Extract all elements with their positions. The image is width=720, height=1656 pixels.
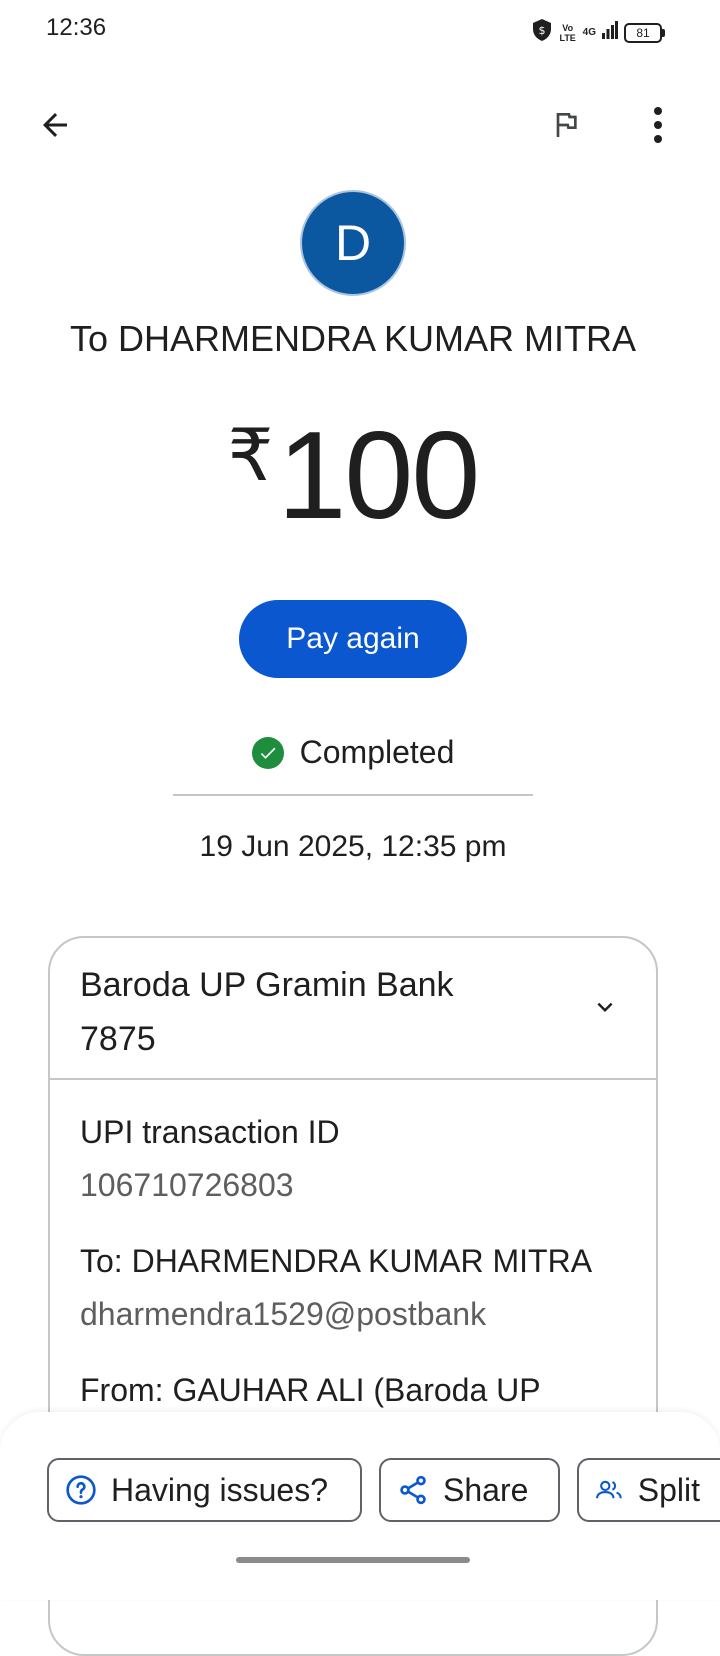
payment-status: Completed	[0, 734, 706, 771]
transaction-datetime: 19 Jun 2025, 12:35 pm	[199, 830, 507, 863]
more-vert-icon	[654, 107, 662, 143]
upi-id-value: 106710726803	[80, 1167, 294, 1203]
having-issues-button[interactable]: Having issues?	[47, 1458, 362, 1522]
share-label: Share	[443, 1471, 529, 1508]
bank-name: Baroda UP Gramin Bank	[80, 966, 454, 1004]
flag-icon	[556, 113, 577, 137]
svg-text:$: $	[538, 24, 545, 37]
arrow-left-icon	[43, 113, 67, 137]
to-label: To: DHARMENDRA KUMAR MITRA	[80, 1243, 593, 1279]
status-text: Completed	[299, 734, 455, 770]
bank-account-header[interactable]: Baroda UP Gramin Bank 7875	[50, 938, 656, 1080]
battery-icon: 81	[624, 22, 665, 43]
help-icon	[66, 1475, 96, 1505]
back-button[interactable]	[27, 97, 83, 153]
bank-info: Baroda UP Gramin Bank 7875	[80, 958, 454, 1066]
more-options-button[interactable]	[630, 97, 686, 153]
to-upi-id: dharmendra1529@postbank	[80, 1296, 487, 1332]
home-indicator	[236, 1557, 470, 1563]
upi-id-label: UPI transaction ID	[80, 1114, 340, 1150]
split-label: Split	[637, 1471, 700, 1508]
check-circle-icon	[251, 736, 284, 769]
recipient-title: To DHARMENDRA KUMAR MITRA	[69, 318, 637, 359]
signal-icon	[602, 20, 618, 45]
divider	[173, 794, 533, 796]
amount: ₹100	[0, 405, 706, 547]
share-button[interactable]: Share	[379, 1458, 560, 1522]
having-issues-label: Having issues?	[111, 1471, 328, 1508]
report-button[interactable]	[538, 97, 594, 153]
pay-again-button[interactable]: Pay again	[239, 600, 467, 678]
currency-symbol: ₹	[227, 416, 274, 496]
battery-level: 81	[636, 25, 650, 40]
chevron-down-icon[interactable]	[590, 992, 620, 1022]
avatar: D	[300, 190, 406, 296]
avatar-initial: D	[334, 215, 372, 271]
split-button[interactable]: Split	[577, 1458, 720, 1522]
status-icons: $ Vo LTE 4G 81	[531, 18, 665, 47]
from-label: From: GAUHAR ALI (Baroda UP	[80, 1372, 541, 1408]
share-icon	[400, 1475, 426, 1505]
account-suffix: 7875	[80, 1020, 156, 1058]
group-icon	[596, 1480, 622, 1499]
amount-value: 100	[277, 407, 480, 545]
volte-icon: Vo LTE	[559, 22, 576, 43]
shield-icon: $	[531, 18, 553, 47]
network-type-label: 4G	[582, 26, 596, 38]
status-time: 12:36	[46, 14, 107, 41]
